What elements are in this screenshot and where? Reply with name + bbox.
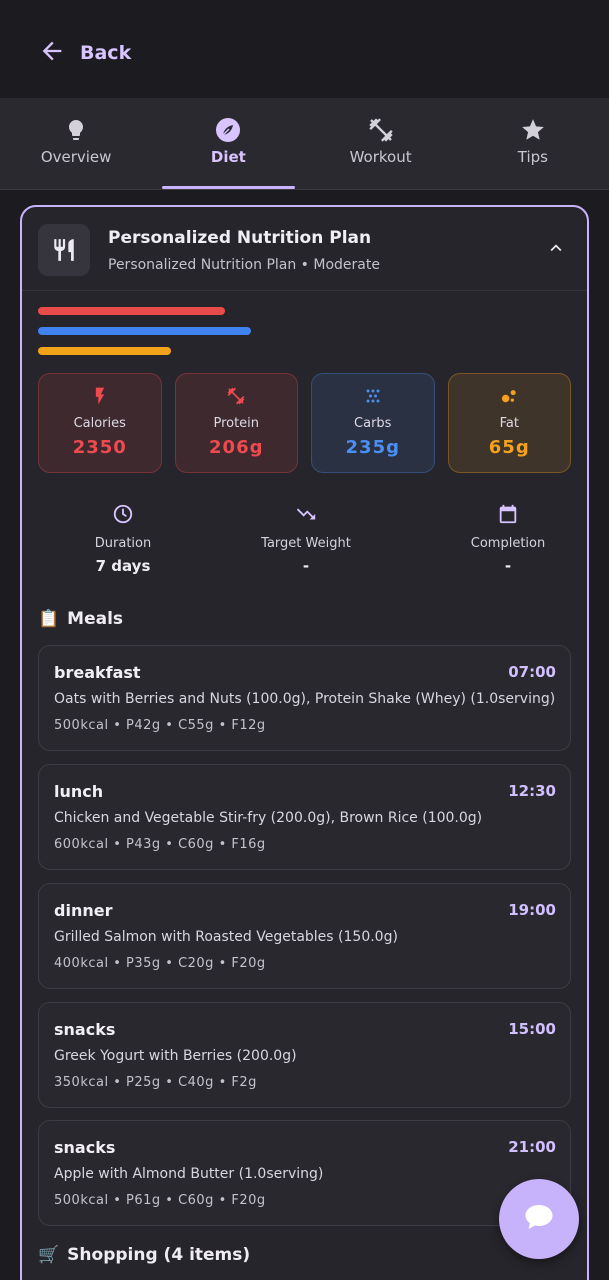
card-header[interactable]: Personalized Nutrition Plan Personalized… <box>22 207 587 291</box>
plan-subtitle: Personalized Nutrition Plan • Moderate <box>108 257 380 273</box>
plan-stats: Duration 7 days Target Weight - Completi… <box>38 503 571 583</box>
tab-label: Overview <box>40 148 112 166</box>
carbs-progress-bar <box>38 327 251 335</box>
stat-duration: Duration 7 days <box>78 503 168 575</box>
arrow-left-icon <box>38 37 66 69</box>
macro-label: Calories <box>73 416 126 431</box>
stat-label: Target Weight <box>261 536 351 551</box>
meal-time: 19:00 <box>508 901 556 919</box>
chevron-up-icon[interactable] <box>545 237 567 263</box>
meal-macros: 500kcal • P42g • C55g • F12g <box>54 718 266 733</box>
meal-card[interactable]: breakfast 07:00 Oats with Berries and Nu… <box>38 645 571 751</box>
section-title-text: Meals <box>67 609 124 629</box>
section-title-text: Shopping (4 items) <box>67 1245 251 1265</box>
tab-overview[interactable]: Overview <box>0 98 152 189</box>
tab-label: Workout <box>349 148 412 166</box>
meal-items: Grilled Salmon with Roasted Vegetables (… <box>54 929 398 945</box>
lightbulb-icon <box>64 116 88 144</box>
macro-progress-bars <box>38 307 251 367</box>
dumbbell-icon <box>367 116 395 144</box>
meal-name: dinner <box>54 901 113 920</box>
bolt-icon <box>90 386 110 410</box>
tab-diet[interactable]: Diet <box>152 98 304 189</box>
nutrition-plan-card: Personalized Nutrition Plan Personalized… <box>20 205 589 1280</box>
chat-bubble-icon <box>521 1199 557 1239</box>
macro-value: 235g <box>345 437 400 458</box>
macro-cards: Calories 2350 Protein 206g Carbs 235g Fa… <box>38 373 571 473</box>
grain-icon <box>363 386 383 410</box>
chat-button[interactable] <box>499 1179 579 1259</box>
macro-card-fat: Fat 65g <box>447 373 571 473</box>
meal-time: 12:30 <box>508 782 556 800</box>
stat-value: - <box>504 557 512 575</box>
meal-macros: 400kcal • P35g • C20g • F20g <box>54 956 266 971</box>
stat-value: - <box>302 557 310 575</box>
fat-progress-bar <box>38 347 171 355</box>
macro-value: 206g <box>209 437 264 458</box>
tab-label: Tips <box>517 148 548 166</box>
macro-label: Carbs <box>354 416 392 431</box>
macro-card-carbs: Carbs 235g <box>311 373 435 473</box>
meal-items: Oats with Berries and Nuts (100.0g), Pro… <box>54 691 556 707</box>
meal-name: breakfast <box>54 663 141 682</box>
meal-card[interactable]: lunch 12:30 Chicken and Vegetable Stir-f… <box>38 764 571 870</box>
macro-card-protein: Protein 206g <box>174 373 298 473</box>
meal-card[interactable]: dinner 19:00 Grilled Salmon with Roasted… <box>38 883 571 989</box>
meal-time: 21:00 <box>508 1138 556 1156</box>
tab-bar: Overview Diet Workout Tips <box>0 98 609 190</box>
meal-name: snacks <box>54 1138 116 1157</box>
meal-name: lunch <box>54 782 104 801</box>
meals-section-title: 📋 Meals <box>38 609 123 629</box>
meal-macros: 350kcal • P25g • C40g • F2g <box>54 1075 257 1090</box>
stat-label: Duration <box>94 536 152 551</box>
clipboard-icon: 📋 <box>38 609 60 629</box>
macro-label: Fat <box>499 416 519 431</box>
restaurant-icon <box>38 224 90 276</box>
meal-macros: 600kcal • P43g • C60g • F16g <box>54 837 266 852</box>
trending-down-icon <box>295 503 317 529</box>
shopping-cart-icon: 🛒 <box>38 1245 60 1265</box>
stat-target-weight: Target Weight - <box>246 503 366 575</box>
meal-name: snacks <box>54 1020 116 1039</box>
meal-macros: 500kcal • P61g • C60g • F20g <box>54 1193 266 1208</box>
macro-card-calories: Calories 2350 <box>38 373 162 473</box>
stat-label: Completion <box>470 536 546 551</box>
meal-card[interactable]: snacks 21:00 Apple with Almond Butter (1… <box>38 1120 571 1226</box>
meal-items: Greek Yogurt with Berries (200.0g) <box>54 1048 297 1064</box>
macro-value: 65g <box>488 437 530 458</box>
back-label: Back <box>80 42 132 64</box>
tab-tips[interactable]: Tips <box>457 98 609 189</box>
meal-items: Chicken and Vegetable Stir-fry (200.0g),… <box>54 810 483 826</box>
meal-time: 15:00 <box>508 1020 556 1038</box>
stat-value: 7 days <box>95 557 151 575</box>
calendar-icon <box>497 503 519 529</box>
meal-time: 07:00 <box>508 663 556 681</box>
macro-value: 2350 <box>72 437 127 458</box>
star-icon <box>520 116 546 144</box>
back-button[interactable]: Back <box>38 38 131 68</box>
clock-icon <box>112 503 134 529</box>
top-bar: Back <box>0 0 609 98</box>
bubbles-icon <box>499 386 519 410</box>
tab-label: Diet <box>210 148 246 166</box>
meal-items: Apple with Almond Butter (1.0serving) <box>54 1166 324 1182</box>
shopping-section-title[interactable]: 🛒 Shopping (4 items) <box>38 1245 250 1265</box>
leaf-icon <box>215 116 241 144</box>
calories-progress-bar <box>38 307 225 315</box>
tab-workout[interactable]: Workout <box>305 98 457 189</box>
macro-label: Protein <box>213 416 260 431</box>
plan-title: Personalized Nutrition Plan <box>108 228 372 248</box>
fitness-icon <box>226 386 246 410</box>
stat-completion: Completion - <box>448 503 568 575</box>
meal-card[interactable]: snacks 15:00 Greek Yogurt with Berries (… <box>38 1002 571 1108</box>
